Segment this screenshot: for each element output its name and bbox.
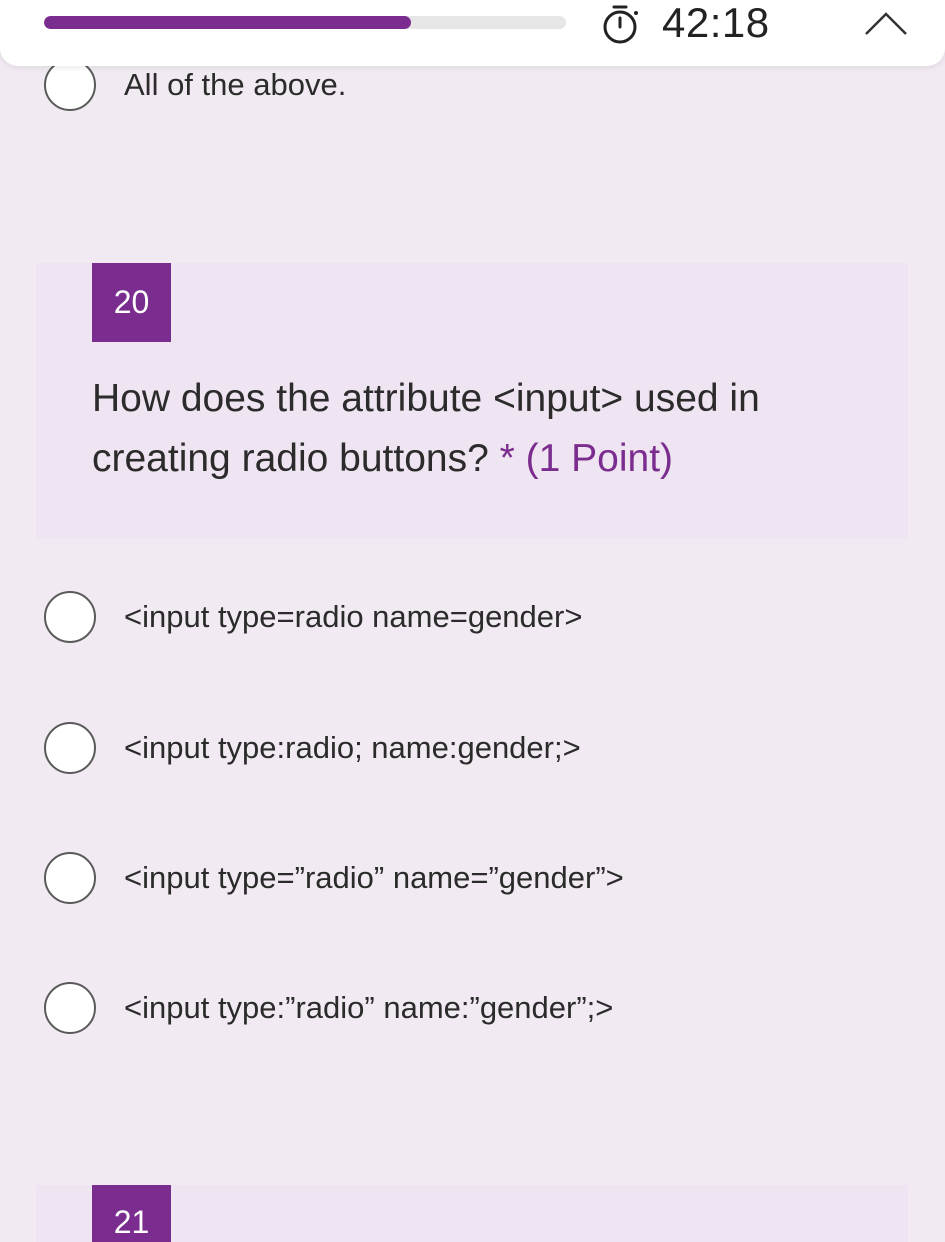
question-card: 20 How does the attribute <input> used i…	[36, 263, 908, 538]
radio-button[interactable]	[44, 722, 96, 774]
progress-bar-fill	[44, 16, 412, 29]
option-row[interactable]: <input type=radio name=gender>	[0, 582, 945, 652]
radio-button[interactable]	[44, 982, 96, 1034]
quiz-page: 42:18 All of the above. 20 How does the …	[0, 0, 945, 1242]
radio-button[interactable]	[44, 852, 96, 904]
question-title: How does the attribute <input> used in c…	[92, 369, 852, 489]
radio-button[interactable]	[44, 59, 96, 111]
option-label: <input type:radio; name:gender;>	[124, 730, 581, 765]
required-marker: *	[499, 437, 515, 480]
question-number-badge: 20	[92, 263, 171, 342]
option-row[interactable]: <input type:”radio” name:”gender”;>	[0, 973, 945, 1043]
quiz-header-bar: 42:18	[0, 0, 945, 66]
option-label: <input type:”radio” name:”gender”;>	[124, 990, 614, 1025]
option-label: <input type=”radio” name=”gender”>	[124, 860, 624, 895]
question-card: 21	[36, 1185, 908, 1242]
question-number-badge: 21	[92, 1185, 171, 1242]
chevron-up-icon[interactable]	[862, 8, 910, 38]
option-label: All of the above.	[124, 67, 347, 102]
option-row[interactable]: <input type:radio; name:gender;>	[0, 713, 945, 783]
question-points: (1 Point)	[525, 437, 674, 480]
timer-readout: 42:18	[662, 0, 770, 46]
progress-bar	[44, 16, 566, 29]
option-row[interactable]: <input type=”radio” name=”gender”>	[0, 843, 945, 913]
radio-button[interactable]	[44, 591, 96, 643]
stopwatch-icon	[603, 5, 638, 44]
option-label: <input type=radio name=gender>	[124, 599, 583, 634]
